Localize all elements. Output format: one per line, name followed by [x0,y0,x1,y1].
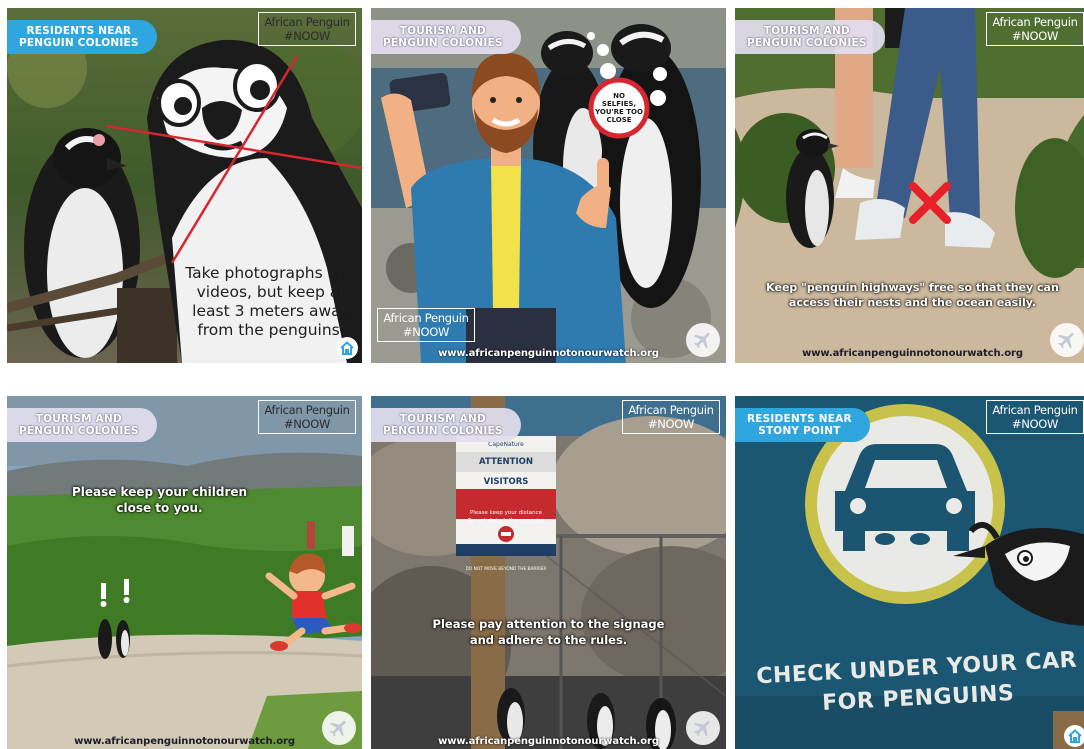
tile-children-close[interactable]: TOURISM AND PENGUIN COLONIES African Pen… [7,396,362,749]
website-url[interactable]: www.africanpenguinnotonourwatch.org [371,348,726,359]
tag-line: TOURISM AND [35,413,122,425]
website-url[interactable]: www.africanpenguinnotonourwatch.org [7,736,362,747]
tag-line: PENGUIN COLONIES [19,37,139,49]
brand-box: African Penguin #NOOW [986,12,1084,46]
tag-line: RESIDENTS NEAR [747,413,852,425]
category-tag: TOURISM AND PENGUIN COLONIES [371,408,521,442]
brand-hashtag: #NOOW [1011,417,1059,431]
bubble-line: CLOSE [606,116,632,124]
brand-box: African Penguin #NOOW [622,400,720,434]
brand-box: African Penguin #NOOW [377,308,475,342]
attention-sign: CapeNature ATTENTION VISITORS Please kee… [456,436,556,572]
tile-penguin-highways[interactable]: TOURISM AND PENGUIN COLONIES African Pen… [735,8,1084,363]
tag-line: TOURISM AND [763,25,850,37]
tile-signage[interactable]: CapeNature ATTENTION VISITORS Please kee… [371,396,726,749]
tile-photo-distance[interactable]: RESIDENTS NEAR PENGUIN COLONIES African … [7,8,362,363]
brand-hashtag: #NOOW [647,417,695,431]
tag-line: PENGUIN COLONIES [383,37,503,49]
sign-line: Do not disturb the penguins [467,518,545,524]
airplane-icon [686,711,720,745]
brand-name: African Penguin [992,15,1078,29]
brand-name: African Penguin [383,311,469,325]
tile-caption: Please pay attention to the signage and … [432,617,665,647]
airplane-icon [686,323,720,357]
bubble-line: NO [613,92,625,100]
bubble-line: YOU'RE TOO [595,108,643,116]
tile-no-selfies[interactable]: NO SELFIES, YOU'RE TOO CLOSE TOURISM AND… [371,8,726,363]
tag-line: RESIDENTS NEAR [26,25,132,37]
brand-hashtag: #NOOW [1011,29,1059,43]
tag-line: PENGUIN COLONIES [383,425,503,437]
tag-line: PENGUIN COLONIES [747,37,867,49]
brand-name: African Penguin [628,403,714,417]
tag-line: PENGUIN COLONIES [19,425,139,437]
tile-caption: Take photographs and videos, but keep at… [185,264,357,339]
brand-name: African Penguin [264,15,350,29]
brand-hashtag: #NOOW [402,325,450,339]
bubble-line: SELFIES, [601,100,637,108]
brand-hashtag: #NOOW [283,417,331,431]
category-tag: RESIDENTS NEAR STONY POINT [735,408,870,442]
tag-line: TOURISM AND [399,413,486,425]
tag-line: TOURISM AND [399,25,486,37]
no-selfies-bubble: NO SELFIES, YOU'RE TOO CLOSE [593,92,645,124]
brand-box: African Penguin #NOOW [258,400,356,434]
brand-box: African Penguin #NOOW [258,12,356,46]
brand-name: African Penguin [992,403,1078,417]
category-tag: RESIDENTS NEAR PENGUIN COLONIES [7,20,157,54]
brand-name: African Penguin [264,403,350,417]
category-tag: TOURISM AND PENGUIN COLONIES [735,20,885,54]
tile-caption: Please keep your children close to you. [71,485,248,515]
website-url[interactable]: www.africanpenguinnotonourwatch.org [735,348,1084,359]
tile-4-illustration [7,396,362,749]
sign-line: Please keep your distance [469,510,542,516]
airplane-icon [322,711,356,745]
website-url[interactable]: www.africanpenguinnotonourwatch.org [371,736,726,747]
sign-line: DO NOT MOVE BEYOND THE BARRIER [465,567,547,572]
category-tag: TOURISM AND PENGUIN COLONIES [371,20,521,54]
brand-hashtag: #NOOW [283,29,331,43]
home-icon[interactable] [1064,725,1084,747]
tile-caption: Keep "penguin highways" free so that the… [766,281,1059,309]
category-tag: TOURISM AND PENGUIN COLONIES [7,408,157,442]
airplane-icon [1050,323,1084,357]
tile-check-under-car[interactable]: CHECK UNDER YOUR CAR FOR PENGUINS RESIDE… [735,396,1084,749]
home-icon[interactable] [336,337,358,359]
brand-box: African Penguin #NOOW [986,400,1084,434]
tag-line: STONY POINT [758,425,841,437]
sign-title: ATTENTION VISITORS [479,457,533,487]
